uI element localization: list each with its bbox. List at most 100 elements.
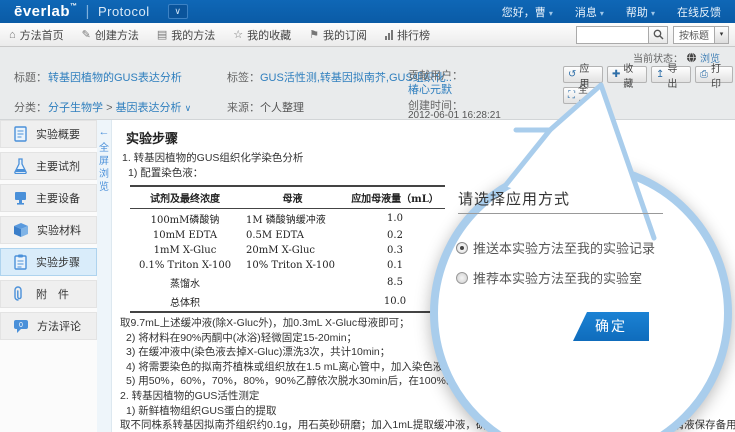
table-header-row: 试剂及最终浓度 母液 应加母液量（mL） xyxy=(130,186,445,209)
option-label: 推荐本实验方法至我的实验室 xyxy=(473,268,642,287)
sidebar-item-reagents[interactable]: 主要试剂 xyxy=(0,152,97,180)
fullscreen-browse-strip[interactable]: ← 全屏浏览 xyxy=(97,120,112,432)
filter-selected-value: 按标题 xyxy=(674,27,714,42)
fullscreen-icon: ⛶ xyxy=(568,90,575,101)
popup-title: 请选择应用方式 xyxy=(458,188,570,209)
chevron-down-icon: ▾ xyxy=(600,9,604,18)
messages-menu[interactable]: 消息 ▾ xyxy=(575,4,604,20)
clipboard-icon xyxy=(13,254,28,270)
breadcrumb-separator: > xyxy=(106,102,112,114)
flag-icon: ⚑ xyxy=(309,28,319,41)
category-level2-link[interactable]: 基因表达分析 xyxy=(116,102,182,114)
sidebar-item-label: 附 件 xyxy=(36,286,69,302)
export-icon: ↥ xyxy=(656,69,664,80)
product-name: Protocol xyxy=(98,4,150,19)
nav-method-home[interactable]: ⌂方法首页 xyxy=(0,23,73,46)
col-reagent: 试剂及最终浓度 xyxy=(130,186,240,209)
sidebar-item-materials[interactable]: 实验材料 xyxy=(0,216,97,244)
export-button[interactable]: ↥导出 xyxy=(651,66,691,83)
option-push-to-records[interactable]: 推送本实验方法至我的实验记录 xyxy=(456,238,655,257)
search-button[interactable] xyxy=(648,26,668,44)
table-row: 100mM磷酸钠1M 磷酸钠缓冲液1.0 xyxy=(130,209,445,229)
section-sidebar: 实验概要 主要试剂 主要设备 实验材料 实验步骤 附 件 0 方法评论 xyxy=(0,120,97,432)
nav-create-method[interactable]: ✎创建方法 xyxy=(73,23,148,46)
sidebar-item-label: 实验步骤 xyxy=(36,254,80,270)
top-right-menu: 您好，曹 ▾ 消息 ▾ 帮助 ▾ 在线反馈 xyxy=(502,4,721,20)
feedback-link[interactable]: 在线反馈 xyxy=(677,4,721,20)
comment-icon: 0 xyxy=(13,319,29,334)
table-row: 1mM X-Gluc20mM X-Gluc0.3 xyxy=(130,243,445,258)
contributor-link[interactable]: 椿心元默 xyxy=(408,81,452,97)
sidebar-item-label: 方法评论 xyxy=(37,318,81,334)
chevron-down-icon: ▾ xyxy=(549,9,553,18)
doc-heading: 实验步骤 xyxy=(126,128,735,147)
option-recommend-to-lab[interactable]: 推荐本实验方法至我的实验室 xyxy=(456,268,642,287)
help-menu[interactable]: 帮助 ▾ xyxy=(626,4,655,20)
radio-unselected-icon[interactable] xyxy=(456,272,468,284)
nav-my-subscriptions[interactable]: ⚑我的订阅 xyxy=(300,23,376,46)
popup-divider xyxy=(458,213,663,214)
sidebar-item-label: 主要设备 xyxy=(36,190,80,206)
document-icon: ▤ xyxy=(157,28,167,41)
trademark: ™ xyxy=(70,3,78,10)
top-bar: ēverlab™|Protocol ∨ 您好，曹 ▾ 消息 ▾ 帮助 ▾ 在线反… xyxy=(0,0,735,23)
tags-label: 标签： xyxy=(227,69,260,85)
user-greeting-menu[interactable]: 您好，曹 ▾ xyxy=(502,4,553,20)
search-input[interactable] xyxy=(576,26,648,44)
sidebar-item-attachments[interactable]: 附 件 xyxy=(0,280,97,308)
table-row: 蒸馏水8.5 xyxy=(130,273,445,292)
nav-my-methods[interactable]: ▤我的方法 xyxy=(148,23,224,46)
breadcrumb: 分子生物学 > 基因表达分析 ∨ xyxy=(48,99,191,115)
summary-doc-icon xyxy=(13,126,28,142)
paperclip-icon xyxy=(13,286,28,302)
printer-icon: ⎙ xyxy=(700,69,708,80)
sidebar-item-comments[interactable]: 0 方法评论 xyxy=(0,312,97,340)
chevron-down-icon[interactable]: ▾ xyxy=(714,27,728,43)
nav-my-favorites[interactable]: ☆我的收藏 xyxy=(224,23,300,46)
logo-divider: | xyxy=(86,3,90,20)
col-stock: 母液 xyxy=(240,186,345,209)
table-row: 0.1% Triton X-10010% Triton X-1000.1 xyxy=(130,258,445,273)
chevron-down-icon: ▾ xyxy=(651,9,655,18)
option-label: 推送本实验方法至我的实验记录 xyxy=(473,238,655,257)
main-nav: ⌂方法首页 ✎创建方法 ▤我的方法 ☆我的收藏 ⚑我的订阅 排行榜 按标题 ▾ xyxy=(0,23,735,47)
fullscreen-browse-label: 全屏浏览 xyxy=(98,142,110,194)
home-icon: ⌂ xyxy=(9,29,16,41)
category-label: 分类： xyxy=(14,99,47,115)
favorite-button[interactable]: ✚收藏 xyxy=(607,66,647,83)
everlab-logo[interactable]: ēverlab™|Protocol xyxy=(14,3,150,20)
globe-icon xyxy=(686,52,697,63)
pencil-icon: ✎ xyxy=(82,28,91,41)
sidebar-item-label: 实验材料 xyxy=(37,222,81,238)
radio-selected-icon[interactable] xyxy=(456,242,468,254)
sidebar-item-equipment[interactable]: 主要设备 xyxy=(0,184,97,212)
sidebar-item-steps[interactable]: 实验步骤 xyxy=(0,248,97,276)
table-row: 总体积10.0 xyxy=(130,292,445,312)
table-row: 10mM EDTA0.5M EDTA0.2 xyxy=(130,228,445,243)
print-button[interactable]: ⎙打印 xyxy=(695,66,733,83)
staining-solution-table: 试剂及最终浓度 母液 应加母液量（mL） 100mM磷酸钠1M 磷酸钠缓冲液1.… xyxy=(130,185,445,313)
fullscreen-button[interactable]: ⛶全屏 xyxy=(563,87,601,104)
protocol-meta-panel: 当前状态： 浏览 标题： 转基因植物的GUS表达分析 分类： 分子生物学 > 基… xyxy=(0,47,735,120)
search-filter-select[interactable]: 按标题 ▾ xyxy=(673,26,729,44)
search-area: 按标题 ▾ xyxy=(576,26,729,44)
star-icon: ☆ xyxy=(233,28,243,41)
equipment-icon xyxy=(13,190,28,206)
flask-icon xyxy=(13,158,28,174)
materials-box-icon xyxy=(13,222,29,238)
app-switcher-caret[interactable]: ∨ xyxy=(168,4,188,19)
sidebar-item-summary[interactable]: 实验概要 xyxy=(0,120,97,148)
sidebar-item-label: 主要试剂 xyxy=(36,158,80,174)
doc-section-1: 1. 转基因植物的GUS组织化学染色分析 xyxy=(122,151,735,166)
nav-leaderboard[interactable]: 排行榜 xyxy=(376,23,439,46)
sidebar-item-label: 实验概要 xyxy=(36,126,80,142)
protocol-title-link[interactable]: 转基因植物的GUS表达分析 xyxy=(48,69,182,85)
category-expand-icon[interactable]: ∨ xyxy=(185,103,192,113)
col-volume: 应加母液量（mL） xyxy=(345,186,445,209)
source-value: 个人整理 xyxy=(260,99,304,115)
title-label: 标题： xyxy=(14,69,47,85)
category-level1-link[interactable]: 分子生物学 xyxy=(48,102,103,114)
add-favorite-icon: ✚ xyxy=(612,69,620,80)
svg-text:0: 0 xyxy=(19,322,23,329)
search-icon xyxy=(653,29,664,40)
